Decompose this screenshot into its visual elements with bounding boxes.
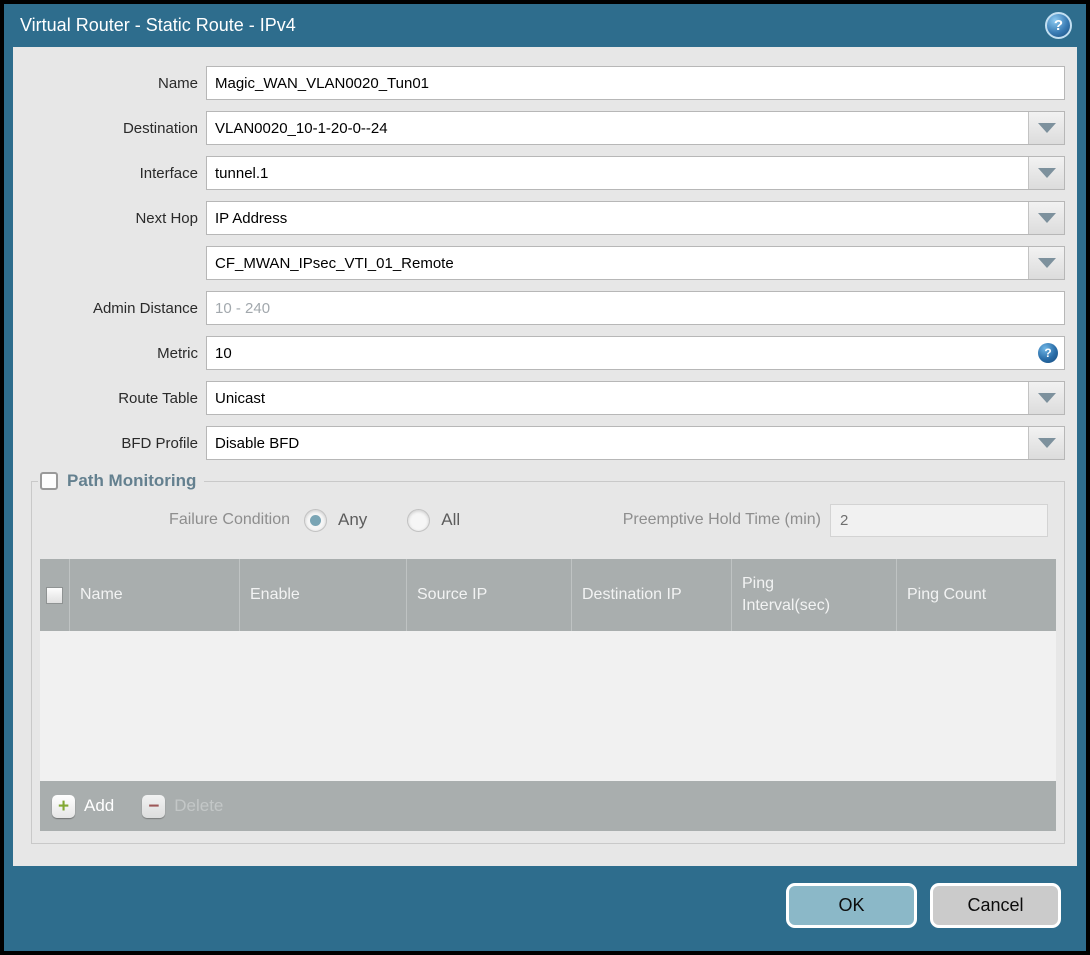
chevron-down-icon <box>1037 258 1056 268</box>
delete-button[interactable]: − Delete <box>142 794 224 818</box>
form-row-route-table: Route Table <box>13 381 1077 415</box>
static-route-dialog: Virtual Router - Static Route - IPv4 ? N… <box>4 4 1086 951</box>
column-header-enable: Enable <box>239 559 406 631</box>
form-row-next-hop-address <box>13 246 1077 280</box>
ok-button[interactable]: OK <box>786 883 917 928</box>
form-row-interface: Interface <box>13 156 1077 190</box>
destination-label: Destination <box>122 119 198 137</box>
preemptive-hold-time-input[interactable] <box>830 503 1048 537</box>
chevron-down-icon <box>1037 438 1056 448</box>
route-table-dropdown-button[interactable] <box>1028 382 1064 414</box>
chevron-down-icon <box>1037 123 1056 133</box>
bfd-profile-dropdown-button[interactable] <box>1028 427 1064 459</box>
interface-dropdown <box>206 156 1065 190</box>
next-hop-dropdown <box>206 201 1065 235</box>
next-hop-address-dropdown <box>206 246 1065 280</box>
interface-dropdown-button[interactable] <box>1028 157 1064 189</box>
destination-dropdown <box>206 111 1065 145</box>
add-button[interactable]: + Add <box>52 794 115 818</box>
cancel-button[interactable]: Cancel <box>930 883 1061 928</box>
failure-condition-label: Failure Condition <box>169 511 290 528</box>
name-label: Name <box>157 74 198 92</box>
metric-input[interactable] <box>206 336 1065 370</box>
table-toolbar: + Add − Delete <box>40 781 1056 831</box>
destination-input[interactable] <box>207 112 1028 144</box>
delete-button-label: Delete <box>174 796 224 815</box>
column-header-ping-interval: Ping Interval(sec) <box>731 559 896 631</box>
dialog-footer: OK Cancel <box>4 866 1086 951</box>
admin-distance-input[interactable] <box>206 291 1065 325</box>
form-row-metric: Metric ? <box>13 336 1077 370</box>
interface-label: Interface <box>139 164 198 182</box>
path-monitoring-section: Path Monitoring Failure Condition Any Al… <box>31 471 1065 844</box>
next-hop-address-input[interactable] <box>207 247 1028 279</box>
column-header-destination-ip: Destination IP <box>571 559 731 631</box>
dialog-title: Virtual Router - Static Route - IPv4 <box>20 15 296 35</box>
next-hop-label: Next Hop <box>135 209 198 227</box>
path-monitoring-checkbox[interactable] <box>40 472 58 490</box>
column-header-ping-count: Ping Count <box>896 559 1056 631</box>
failure-condition-row: Failure Condition Any All Preemptive Hol… <box>40 503 1056 537</box>
next-hop-dropdown-button[interactable] <box>1028 202 1064 234</box>
metric-help-icon[interactable]: ? <box>1038 343 1058 363</box>
help-icon[interactable]: ? <box>1045 12 1072 39</box>
table-body-empty <box>40 631 1056 781</box>
column-header-source-ip: Source IP <box>406 559 571 631</box>
table-header: Name Enable Source IP Destination IP Pin… <box>40 559 1056 631</box>
failure-condition-any-radio[interactable] <box>304 508 327 532</box>
select-all-checkbox[interactable] <box>46 586 63 604</box>
column-header-name: Name <box>69 559 239 631</box>
metric-label: Metric <box>157 344 198 362</box>
bfd-profile-label: BFD Profile <box>121 434 198 452</box>
chevron-down-icon <box>1037 393 1056 403</box>
form-row-destination: Destination <box>13 111 1077 145</box>
failure-condition-any-label: Any <box>338 510 368 529</box>
path-monitoring-legend: Path Monitoring <box>38 471 204 491</box>
preemptive-hold-time-label: Preemptive Hold Time (min) <box>622 511 821 528</box>
route-table-dropdown <box>206 381 1065 415</box>
route-table-label: Route Table <box>118 389 198 407</box>
form-row-next-hop: Next Hop <box>13 201 1077 235</box>
bfd-profile-input[interactable] <box>207 427 1028 459</box>
chevron-down-icon <box>1037 213 1056 223</box>
form-row-bfd-profile: BFD Profile <box>13 426 1077 460</box>
bfd-profile-dropdown <box>206 426 1065 460</box>
form-row-name: Name <box>13 66 1077 100</box>
failure-condition-all-radio[interactable] <box>407 508 431 532</box>
dialog-content: Name Destination Interface <box>13 47 1077 866</box>
delete-icon: − <box>142 794 166 818</box>
path-monitoring-table: Name Enable Source IP Destination IP Pin… <box>40 559 1056 831</box>
next-hop-address-dropdown-button[interactable] <box>1028 247 1064 279</box>
path-monitoring-title: Path Monitoring <box>67 471 197 490</box>
route-table-input[interactable] <box>207 382 1028 414</box>
add-button-label: Add <box>84 796 115 815</box>
title-bar: Virtual Router - Static Route - IPv4 ? <box>4 4 1086 47</box>
admin-distance-label: Admin Distance <box>92 299 198 317</box>
next-hop-type-input[interactable] <box>207 202 1028 234</box>
form-row-admin-distance: Admin Distance <box>13 291 1077 325</box>
destination-dropdown-button[interactable] <box>1028 112 1064 144</box>
failure-condition-all-label: All <box>441 510 461 529</box>
name-input[interactable] <box>206 66 1065 100</box>
add-icon: + <box>52 794 75 818</box>
chevron-down-icon <box>1037 168 1056 178</box>
interface-input[interactable] <box>207 157 1028 189</box>
